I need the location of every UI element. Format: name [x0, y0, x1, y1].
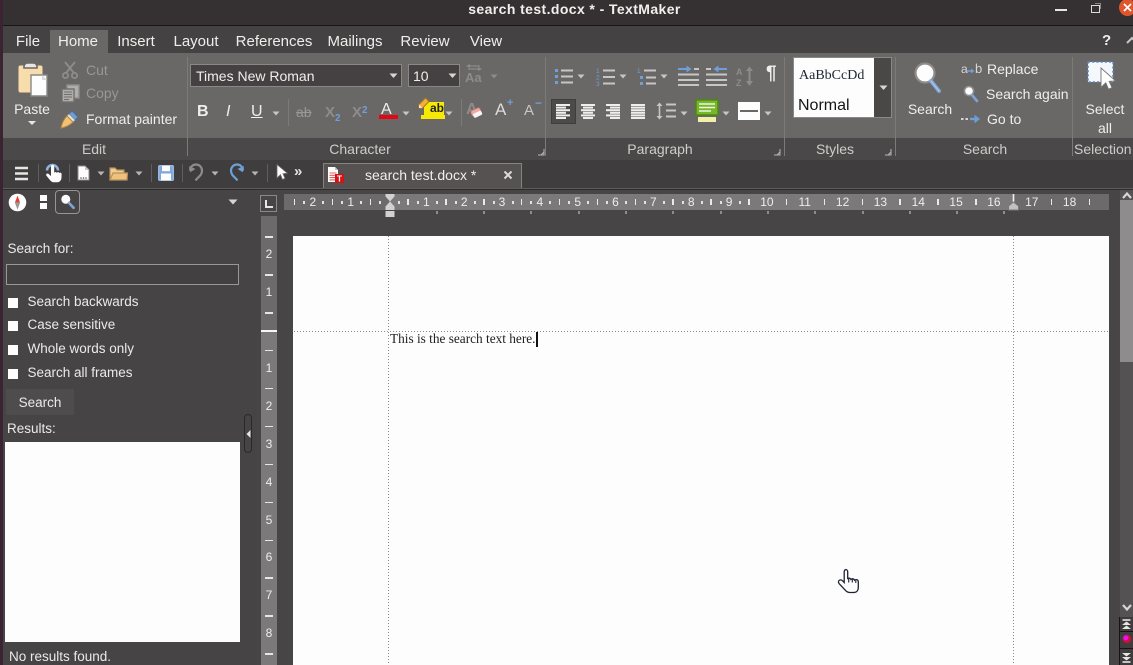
svg-text:Z: Z [736, 78, 742, 88]
svg-text:A: A [736, 67, 743, 77]
svg-text:1: 1 [637, 68, 641, 75]
svg-text:T: T [337, 174, 343, 184]
svg-text:3: 3 [596, 81, 600, 88]
